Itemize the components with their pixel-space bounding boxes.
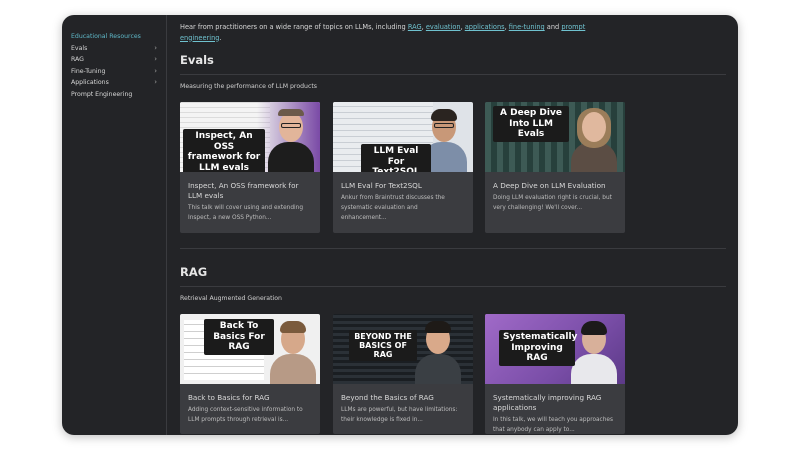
sidebar-item-prompt-engineering[interactable]: Prompt Engineering bbox=[62, 89, 166, 101]
sidebar-item-evals[interactable]: Evals › bbox=[62, 43, 166, 55]
card-description: Adding context-sensitive information to … bbox=[188, 407, 303, 423]
video-card[interactable]: A Deep Dive Into LLM Evals A Deep Dive o… bbox=[485, 102, 625, 233]
sidebar-item-label: RAG bbox=[71, 56, 84, 63]
sidebar-item-label: Educational Resources bbox=[71, 33, 141, 40]
card-description: In this talk, we will teach you approach… bbox=[493, 417, 613, 433]
card-title[interactable]: Inspect, An OSS framework for LLM evals bbox=[188, 181, 312, 200]
video-thumbnail[interactable]: BEYOND THE BASICS OF RAG bbox=[333, 314, 473, 384]
intro-text: Hear from practitioners on a wide range … bbox=[180, 22, 620, 43]
card-title[interactable]: Beyond the Basics of RAG bbox=[341, 393, 465, 403]
video-card[interactable]: Systematically Improving RAG Systematica… bbox=[485, 314, 625, 434]
chevron-right-icon[interactable]: › bbox=[154, 43, 157, 55]
video-card[interactable]: BEYOND THE BASICS OF RAG Beyond the Basi… bbox=[333, 314, 473, 434]
sidebar-item-label: Fine-Tuning bbox=[71, 67, 106, 75]
link-fine-tuning[interactable]: fine-tuning bbox=[509, 23, 545, 31]
sidebar-item-label: Applications bbox=[71, 79, 109, 86]
intro-text-start: Hear from practitioners on a wide range … bbox=[180, 23, 408, 31]
card-title[interactable]: A Deep Dive on LLM Evaluation bbox=[493, 181, 617, 191]
video-card[interactable]: LLM Eval For Text2SQL LLM Eval For Text2… bbox=[333, 102, 473, 233]
thumbnail-caption: Systematically Improving RAG bbox=[499, 330, 577, 366]
section-title-rag: RAG bbox=[180, 265, 208, 279]
thumbnail-caption: BEYOND THE BASICS OF RAG bbox=[349, 330, 417, 361]
speaker-photo bbox=[571, 108, 617, 172]
card-description: Doing LLM evaluation right is crucial, b… bbox=[493, 195, 612, 211]
intro-separator: and bbox=[544, 23, 562, 31]
section-title-evals: Evals bbox=[180, 53, 214, 67]
video-thumbnail[interactable]: A Deep Dive Into LLM Evals bbox=[485, 102, 625, 172]
divider bbox=[180, 74, 726, 75]
divider bbox=[180, 248, 726, 249]
main-content: Hear from practitioners on a wide range … bbox=[168, 15, 738, 435]
speaker-photo bbox=[571, 320, 617, 384]
section-subtitle-evals: Measuring the performance of LLM product… bbox=[180, 83, 318, 90]
card-title[interactable]: Systematically improving RAG application… bbox=[493, 393, 617, 412]
chevron-right-icon[interactable]: › bbox=[154, 66, 157, 78]
thumbnail-caption: Back To Basics For RAG bbox=[204, 319, 274, 355]
sidebar-item-educational-resources[interactable]: Educational Resources bbox=[62, 31, 166, 43]
sidebar: Educational Resources Evals › RAG › Fine… bbox=[62, 15, 167, 435]
video-card[interactable]: Back To Basics For RAG Back to Basics fo… bbox=[180, 314, 320, 434]
sidebar-item-fine-tuning[interactable]: Fine-Tuning › bbox=[62, 66, 166, 78]
speaker-photo bbox=[268, 108, 314, 172]
sidebar-item-rag[interactable]: RAG › bbox=[62, 54, 166, 66]
video-thumbnail[interactable]: Inspect, An OSS framework for LLM evals bbox=[180, 102, 320, 172]
speaker-photo bbox=[270, 320, 316, 384]
speaker-photo bbox=[415, 320, 461, 384]
sidebar-item-applications[interactable]: Applications › bbox=[62, 77, 166, 89]
video-thumbnail[interactable]: Systematically Improving RAG bbox=[485, 314, 625, 384]
link-rag[interactable]: RAG bbox=[408, 23, 422, 31]
video-card[interactable]: Inspect, An OSS framework for LLM evals … bbox=[180, 102, 320, 233]
thumbnail-caption: LLM Eval For Text2SQL bbox=[361, 144, 431, 172]
chevron-right-icon[interactable]: › bbox=[154, 77, 157, 89]
thumbnail-caption: A Deep Dive Into LLM Evals bbox=[493, 106, 569, 142]
card-title[interactable]: Back to Basics for RAG bbox=[188, 393, 312, 403]
card-description: This talk will cover using and extending… bbox=[188, 205, 303, 221]
card-description: Ankur from Braintrust discusses the syst… bbox=[341, 195, 445, 221]
sidebar-item-label: Evals bbox=[71, 44, 88, 52]
divider bbox=[180, 286, 726, 287]
intro-separator: . bbox=[219, 33, 222, 42]
thumbnail-caption: Inspect, An OSS framework for LLM evals bbox=[183, 129, 265, 172]
chevron-right-icon[interactable]: › bbox=[154, 54, 157, 66]
card-title[interactable]: LLM Eval For Text2SQL bbox=[341, 181, 465, 191]
section-subtitle-rag: Retrieval Augmented Generation bbox=[180, 295, 282, 302]
app-window: Educational Resources Evals › RAG › Fine… bbox=[62, 15, 738, 435]
link-applications[interactable]: applications bbox=[465, 23, 505, 31]
sidebar-item-label: Prompt Engineering bbox=[71, 90, 133, 98]
card-description: LLMs are powerful, but have limitations:… bbox=[341, 407, 458, 423]
video-thumbnail[interactable]: LLM Eval For Text2SQL bbox=[333, 102, 473, 172]
video-thumbnail[interactable]: Back To Basics For RAG bbox=[180, 314, 320, 384]
link-evaluation[interactable]: evaluation bbox=[426, 23, 461, 31]
